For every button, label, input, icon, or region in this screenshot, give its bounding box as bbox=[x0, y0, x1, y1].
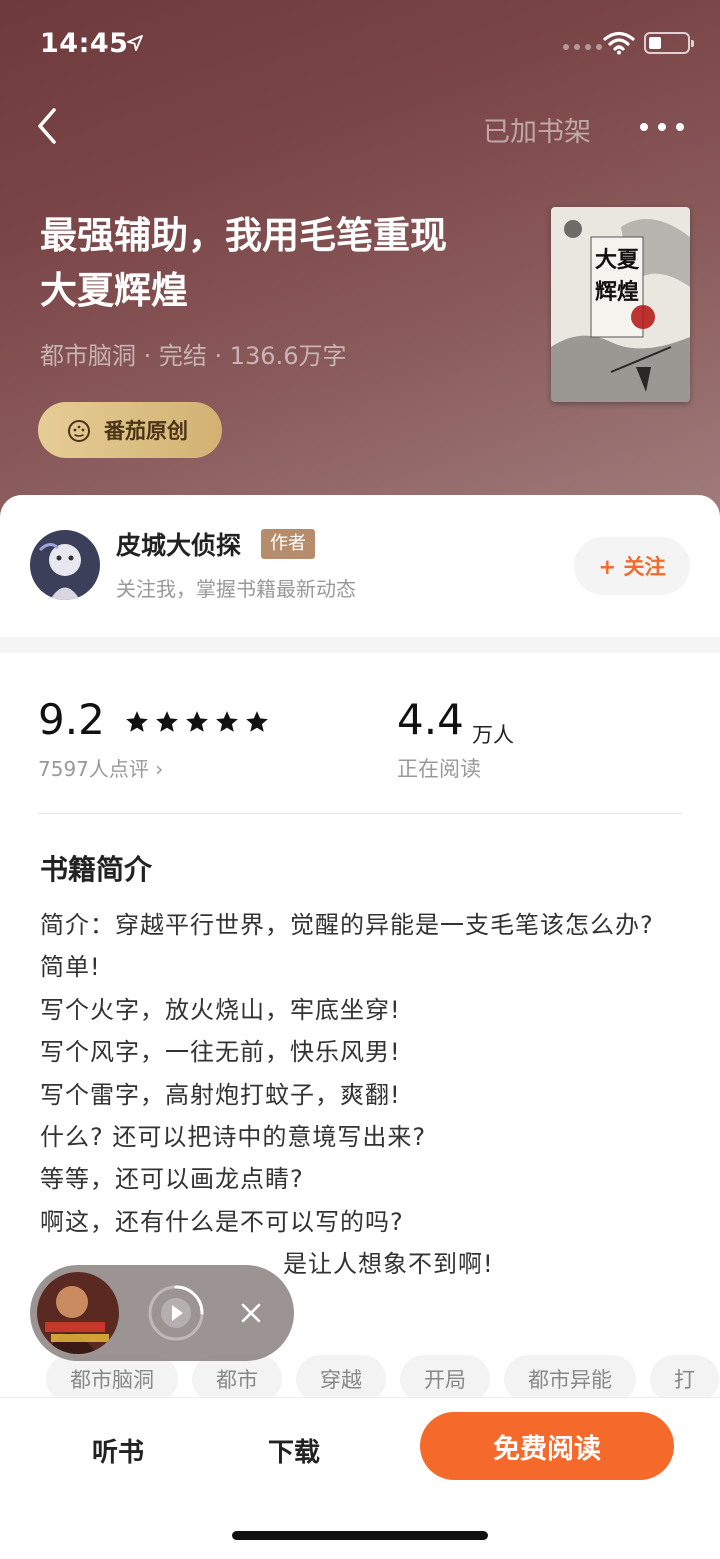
reading-unit: 万人 bbox=[472, 723, 514, 747]
close-icon[interactable] bbox=[236, 1298, 266, 1328]
intro-line: 写个雷字，高射炮打蚊子，爽翻! bbox=[40, 1080, 401, 1109]
reading-label: 正在阅读 bbox=[397, 757, 481, 781]
star-icon bbox=[156, 711, 178, 732]
star-icon bbox=[216, 711, 238, 732]
tag-chip[interactable]: 都市 bbox=[192, 1355, 282, 1403]
tag-chip[interactable]: 都市异能 bbox=[504, 1355, 636, 1403]
rating-score: 9.2 bbox=[38, 695, 105, 744]
tag-chip[interactable]: 开局 bbox=[400, 1355, 490, 1403]
origin-badge[interactable]: 番茄原创 bbox=[38, 402, 222, 458]
status-time: 14:45 bbox=[40, 28, 129, 59]
intro-line: 简介：穿越平行世界，觉醒的异能是一支毛笔该怎么办? bbox=[40, 911, 654, 939]
play-icon[interactable] bbox=[146, 1283, 206, 1343]
star-icon bbox=[186, 711, 208, 732]
origin-badge-label: 番茄原创 bbox=[104, 419, 188, 443]
download-button[interactable]: 下载 bbox=[268, 1432, 320, 1469]
tag-chip[interactable]: 打 bbox=[650, 1355, 719, 1403]
avatar[interactable] bbox=[30, 530, 100, 600]
status-bar: 14:45 bbox=[0, 0, 720, 90]
section-divider bbox=[0, 637, 720, 653]
back-chevron-icon[interactable] bbox=[30, 104, 70, 148]
free-read-button[interactable]: 免费阅读 bbox=[420, 1412, 674, 1480]
follow-button[interactable]: + 关注 bbox=[574, 537, 690, 595]
star-icon bbox=[246, 711, 268, 732]
location-arrow-icon bbox=[127, 35, 143, 51]
more-dots-icon[interactable] bbox=[640, 120, 684, 134]
intro-line: 简单! bbox=[40, 953, 101, 982]
listen-button[interactable]: 听书 bbox=[92, 1432, 144, 1469]
cover-title-2: 辉煌 bbox=[595, 279, 639, 305]
tag-chip[interactable]: 穿越 bbox=[296, 1355, 386, 1403]
review-count-link[interactable]: 7597人点评 › bbox=[38, 753, 163, 782]
tomato-badge-icon bbox=[68, 420, 90, 442]
book-cover[interactable]: 大夏 辉煌 bbox=[551, 207, 690, 402]
author-row[interactable]: 皮城大侦探 作者 关注我，掌握书籍最新动态 + 关注 bbox=[0, 495, 720, 637]
book-meta: 都市脑洞 · 完结 · 136.6万字 bbox=[40, 342, 347, 370]
mini-audio-player[interactable] bbox=[30, 1265, 294, 1361]
author-tag: 作者 bbox=[261, 529, 315, 559]
signal-dots-icon bbox=[563, 44, 602, 50]
intro-line: 等等，还可以画龙点睛? bbox=[40, 1165, 304, 1194]
rating-stars bbox=[124, 709, 270, 735]
battery-icon bbox=[644, 32, 694, 54]
intro-line: 啊这，还有什么是不可以写的吗? bbox=[40, 1207, 404, 1236]
stats-row: 9.2 7597人点评 › 4.4 万人 正在阅读 bbox=[0, 653, 720, 813]
intro-line: 写个火字，放火烧山，牢底坐穿! bbox=[40, 995, 401, 1024]
author-subtitle: 关注我，掌握书籍最新动态 bbox=[116, 577, 356, 601]
star-icon bbox=[126, 711, 148, 732]
intro-line: 什么? 还可以把诗中的意境写出来? bbox=[40, 1123, 427, 1152]
book-title: 最强辅助，我用毛笔重现大夏辉煌 bbox=[40, 214, 447, 312]
intro-line: 写个风字，一往无前，快乐风男! bbox=[40, 1038, 401, 1067]
wifi-icon bbox=[603, 31, 635, 55]
intro-body[interactable]: 简介：穿越平行世界，觉醒的异能是一支毛笔该怎么办? 简单! 写个火字，放火烧山，… bbox=[40, 904, 690, 1286]
tag-list: 都市脑洞 都市 穿越 开局 都市异能 打 bbox=[46, 1355, 720, 1403]
book-hero: 14:45 已加书架 最强辅助，我用毛笔重现大夏辉煌 都市脑洞 · 完结 · 1… bbox=[0, 0, 720, 540]
intro-title: 书籍简介 bbox=[40, 853, 153, 886]
bottom-action-bar: 听书 下载 免费阅读 bbox=[0, 1398, 720, 1559]
tag-chip[interactable]: 都市脑洞 bbox=[46, 1355, 178, 1403]
reading-count: 4.4 bbox=[397, 695, 464, 744]
cover-title-1: 大夏 bbox=[595, 247, 640, 273]
stats-divider bbox=[38, 813, 682, 814]
home-indicator bbox=[232, 1531, 488, 1540]
mini-player-cover[interactable] bbox=[37, 1272, 119, 1354]
author-name[interactable]: 皮城大侦探 bbox=[116, 526, 241, 562]
added-to-shelf-button[interactable]: 已加书架 bbox=[483, 110, 591, 149]
